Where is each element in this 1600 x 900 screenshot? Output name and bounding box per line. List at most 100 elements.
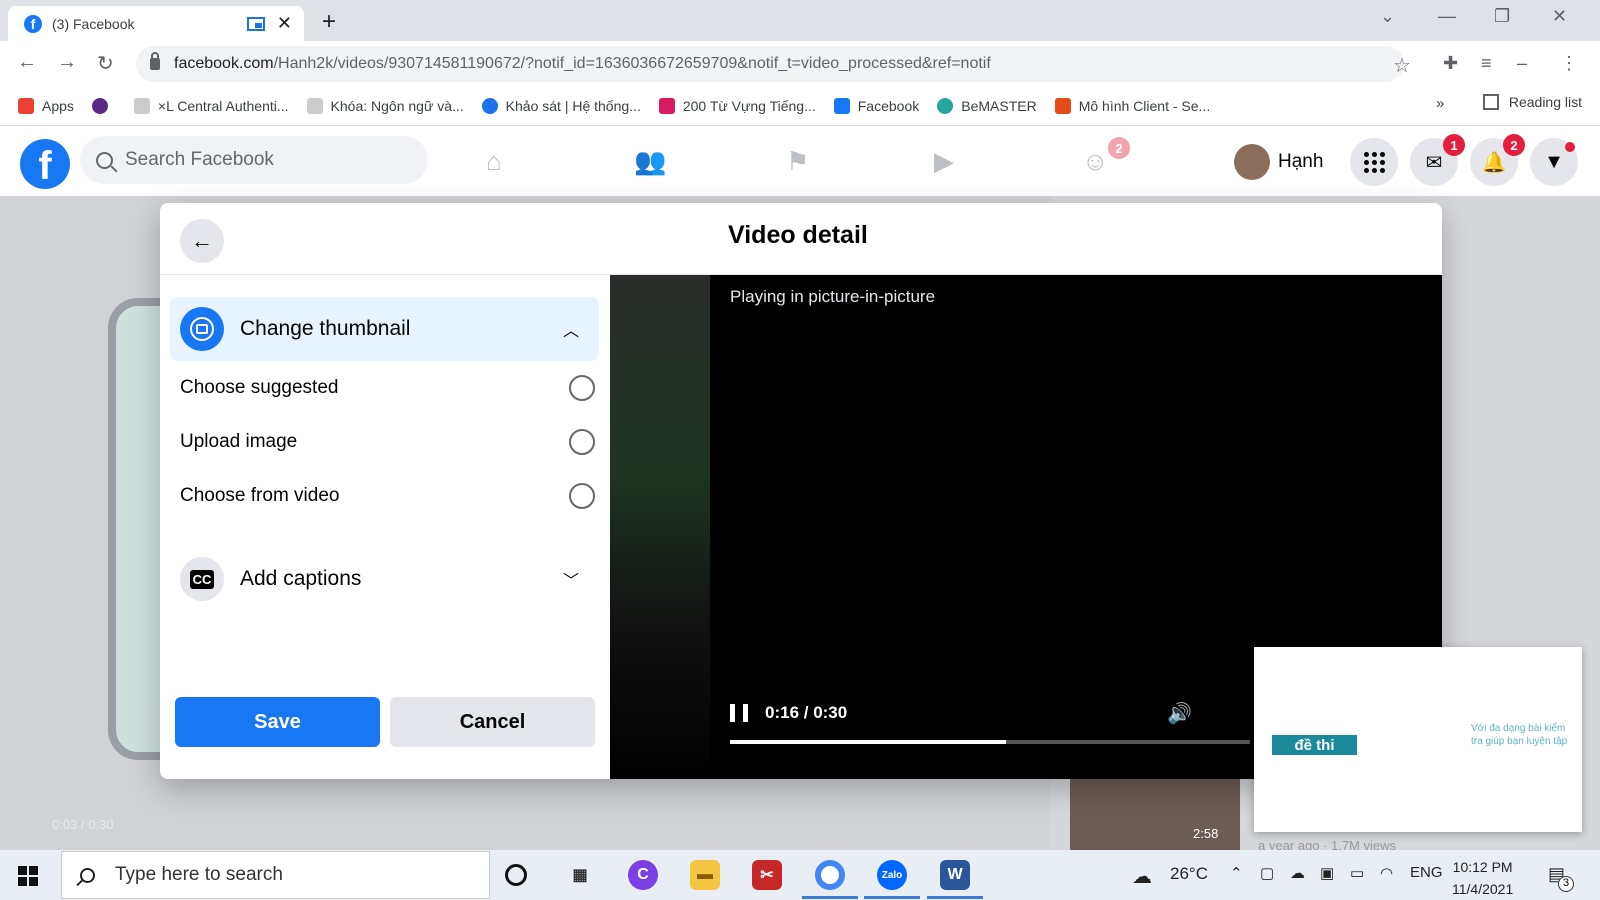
bookmark-tu-vung[interactable]: 200 Từ Vựng Tiếng... bbox=[658, 97, 816, 114]
watch-icon[interactable]: ▶ bbox=[934, 146, 954, 177]
word-active-indicator bbox=[927, 896, 983, 899]
battery-icon[interactable]: ▭ bbox=[1350, 864, 1364, 882]
weather-icon[interactable]: ☁ bbox=[1132, 864, 1152, 889]
cancel-button[interactable]: Cancel bbox=[390, 697, 595, 747]
back-arrow-icon[interactable]: ← bbox=[17, 51, 37, 74]
bookmark-khoa[interactable]: Khóa: Ngôn ngữ và... bbox=[306, 97, 464, 114]
display-icon[interactable]: ▣ bbox=[1320, 864, 1334, 882]
option-upload-image[interactable]: Upload image bbox=[180, 422, 595, 462]
avatar bbox=[1234, 144, 1270, 180]
picture-in-picture-icon[interactable] bbox=[246, 16, 265, 31]
notification-count-badge: 3 bbox=[1558, 876, 1574, 892]
option-choose-from-video[interactable]: Choose from video bbox=[180, 476, 595, 516]
new-tab-icon[interactable]: + bbox=[322, 8, 336, 36]
close-window-icon[interactable]: ✕ bbox=[1552, 6, 1567, 27]
onedrive-icon[interactable]: ☁ bbox=[1290, 864, 1305, 882]
weather-temp[interactable]: 26°C bbox=[1170, 864, 1208, 884]
background-video-time: 0:03 / 0:30 bbox=[52, 817, 114, 832]
bookmark-bemaster[interactable]: BeMASTER bbox=[937, 97, 1037, 114]
bemaster-icon bbox=[937, 97, 954, 114]
chevron-down-icon: ﹀ bbox=[562, 573, 579, 590]
close-tab-icon[interactable]: ✕ bbox=[277, 13, 292, 34]
restore-icon[interactable]: ❐ bbox=[1494, 6, 1510, 27]
add-captions-label: Add captions bbox=[240, 567, 362, 590]
taskbar-search-input[interactable]: Type here to search bbox=[61, 851, 490, 899]
profile-extension-icon[interactable]: – bbox=[1517, 53, 1527, 74]
windows-start-icon[interactable] bbox=[18, 866, 38, 886]
chrome-icon[interactable] bbox=[815, 860, 845, 890]
video-progress-bar[interactable] bbox=[730, 740, 1250, 744]
bookmark-profile[interactable] bbox=[91, 97, 116, 114]
pause-icon[interactable] bbox=[730, 704, 748, 722]
word-icon[interactable]: W bbox=[940, 860, 970, 890]
radio-choose-suggested[interactable] bbox=[569, 375, 595, 401]
change-thumbnail-section[interactable]: Change thumbnail ︿ bbox=[170, 297, 599, 361]
grid-icon bbox=[1363, 151, 1385, 173]
friends-icon[interactable]: 👥 bbox=[634, 146, 666, 177]
bookmark-khao-sat[interactable]: Khảo sát | Hệ thống... bbox=[481, 97, 641, 114]
video-timecode: 0:16 / 0:30 bbox=[765, 703, 848, 722]
bookmark-mo-hinh[interactable]: Mô hình Client - Se... bbox=[1054, 97, 1210, 114]
facebook-search-input[interactable]: Search Facebook bbox=[80, 136, 428, 184]
bookmark-star-icon[interactable]: ☆ bbox=[1393, 53, 1411, 78]
messenger-badge: 1 bbox=[1443, 134, 1465, 156]
search-icon bbox=[80, 867, 95, 883]
meet-now-icon[interactable]: ▢ bbox=[1260, 864, 1274, 882]
radio-upload-image[interactable] bbox=[569, 429, 595, 455]
chevron-up-icon: ︿ bbox=[562, 323, 579, 340]
more-bookmarks-icon[interactable]: » bbox=[1436, 95, 1444, 112]
facebook-icon bbox=[833, 97, 850, 114]
groups-icon[interactable]: ☺ bbox=[1082, 146, 1109, 177]
video-detail-modal: ← Video detail Change thumbnail ︿ Choose… bbox=[160, 203, 1442, 779]
volume-icon[interactable]: 🔊 bbox=[1167, 701, 1192, 726]
media-control-icon[interactable]: ≡ bbox=[1481, 53, 1492, 74]
profile-button[interactable]: Hạnh bbox=[1234, 144, 1323, 180]
minimize-icon[interactable]: — bbox=[1438, 6, 1456, 27]
zalo-active-indicator bbox=[864, 896, 920, 899]
chrome-active-indicator bbox=[802, 896, 858, 899]
pip-window[interactable]: đề thi Với đa dạng bài kiểm tra giúp bạn… bbox=[1254, 647, 1582, 832]
reload-icon[interactable]: ↻ bbox=[97, 51, 114, 76]
add-captions-section[interactable]: CC Add captions ﹀ bbox=[170, 547, 599, 611]
tray-expand-icon[interactable]: ⌃ bbox=[1230, 864, 1243, 882]
menu-grid-button[interactable] bbox=[1350, 138, 1398, 186]
captions-icon: CC bbox=[180, 557, 224, 601]
language-indicator[interactable]: ENG bbox=[1410, 864, 1443, 881]
reading-list-button[interactable]: Reading list bbox=[1482, 94, 1582, 110]
option-choose-suggested[interactable]: Choose suggested bbox=[180, 368, 595, 408]
change-thumbnail-label: Change thumbnail bbox=[240, 317, 411, 340]
image-icon bbox=[180, 307, 224, 351]
radio-choose-from-video[interactable] bbox=[569, 483, 595, 509]
browser-menu-icon[interactable]: ⋮ bbox=[1560, 53, 1578, 74]
video-blur-edge bbox=[610, 275, 710, 779]
pages-flag-icon[interactable]: ⚑ bbox=[786, 146, 809, 177]
facebook-logo-icon[interactable]: f bbox=[20, 139, 70, 189]
address-bar[interactable]: facebook.com/Hanh2k/videos/9307145811906… bbox=[136, 46, 1404, 82]
pip-text: Với đa dạng bài kiểm tra giúp bạn luyện … bbox=[1471, 723, 1568, 747]
tab-title: (3) Facebook bbox=[52, 15, 135, 32]
cortana-icon[interactable] bbox=[505, 864, 527, 886]
bookmark-facebook[interactable]: Facebook bbox=[833, 97, 919, 114]
back-button[interactable]: ← bbox=[180, 219, 224, 263]
snipping-tool-icon[interactable]: ✂ bbox=[752, 860, 782, 890]
bookmark-central-auth[interactable]: ×L Central Authenti... bbox=[133, 97, 289, 114]
search-icon bbox=[96, 151, 113, 169]
file-explorer-icon[interactable]: ▬ bbox=[690, 860, 720, 890]
bookmark-apps[interactable]: Apps bbox=[18, 97, 74, 114]
browser-tab[interactable]: f (3) Facebook ✕ bbox=[8, 6, 304, 41]
tab-search-chevron-icon[interactable]: ⌄ bbox=[1380, 6, 1395, 27]
home-icon[interactable]: ⌂ bbox=[486, 146, 502, 177]
zalo-icon[interactable]: Zalo bbox=[877, 860, 907, 890]
bookmark-page-icon bbox=[306, 97, 323, 114]
apps-grid-icon bbox=[18, 97, 34, 114]
messenger-icon: ✉ bbox=[1425, 151, 1443, 174]
extensions-puzzle-icon[interactable]: ✚ bbox=[1443, 53, 1458, 74]
notifications-badge: 2 bbox=[1503, 134, 1525, 156]
system-clock[interactable]: 10:12 PM 11/4/2021 bbox=[1452, 856, 1513, 900]
save-button[interactable]: Save bbox=[175, 697, 380, 747]
forward-arrow-icon[interactable]: → bbox=[57, 51, 77, 74]
wifi-icon[interactable]: ◠ bbox=[1380, 864, 1393, 882]
task-view-icon[interactable]: ▦ bbox=[565, 860, 595, 890]
canva-icon[interactable]: C bbox=[628, 860, 658, 890]
groups-badge: 2 bbox=[1108, 137, 1130, 159]
